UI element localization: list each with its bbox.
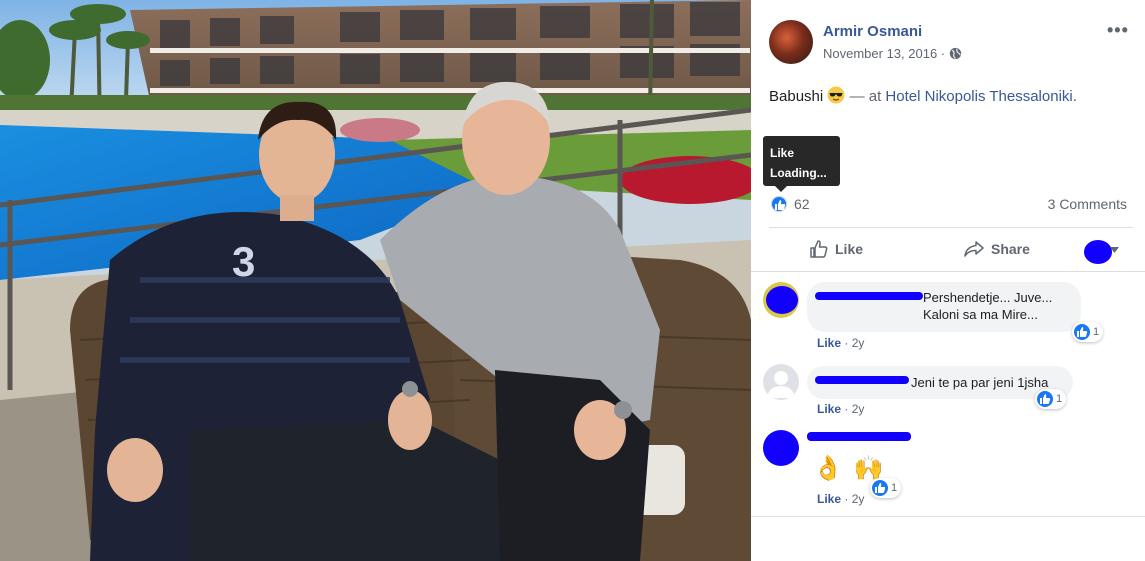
default-user-icon — [767, 371, 795, 398]
post-side-panel: Armir Osmani November 13, 2016 · ••• Bab… — [751, 0, 1145, 561]
comments-count[interactable]: 3 Comments — [1048, 196, 1127, 212]
divider — [769, 227, 1133, 228]
thumbs-up-icon — [810, 240, 828, 258]
commenter-avatar[interactable] — [763, 430, 799, 466]
commenter-avatar[interactable] — [763, 364, 799, 400]
like-button[interactable]: Like — [809, 238, 863, 260]
globe-icon[interactable] — [949, 47, 962, 60]
tooltip-subtitle: Loading... — [770, 166, 827, 180]
author-name[interactable]: Armir Osmani — [823, 23, 922, 40]
comment-meta: Like · 2y — [817, 402, 864, 416]
post-photo[interactable]: 3 — [0, 0, 751, 561]
comment-like-link[interactable]: Like — [817, 492, 841, 506]
like-button-label: Like — [835, 241, 864, 257]
redacted-commenter-name[interactable] — [807, 432, 911, 441]
redacted-commenter-name[interactable] — [815, 376, 909, 384]
comment-age[interactable]: · 2y — [844, 336, 864, 350]
redacted-audience-selector[interactable] — [1084, 240, 1112, 264]
comment-reaction-count: 1 — [1056, 393, 1063, 405]
share-button-label: Share — [991, 241, 1030, 257]
share-arrow-icon — [964, 241, 984, 257]
reaction-count[interactable]: 62 — [794, 196, 810, 212]
photo-scene: 3 — [0, 0, 751, 561]
chevron-down-icon[interactable] — [1110, 247, 1119, 253]
caption-at: — at — [849, 88, 882, 105]
commenter-avatar[interactable] — [763, 282, 799, 318]
divider — [751, 516, 1145, 517]
comment-meta: Like · 2y — [817, 336, 864, 350]
comment-reaction-count: 1 — [1093, 326, 1100, 338]
post-caption: Babushi — at Hotel Nikopolis Thessalonik… — [769, 86, 1077, 105]
location-link[interactable]: Hotel Nikopolis Thessaloniki. — [885, 88, 1076, 105]
divider — [751, 271, 1145, 272]
comment-bubble: Jeni te pa par jeni 1jsha — [807, 366, 1073, 399]
comment-age[interactable]: · 2y — [844, 402, 864, 416]
comment-reactions[interactable]: 1 — [1072, 322, 1104, 342]
svg-text:3: 3 — [232, 238, 255, 285]
comment-like-link[interactable]: Like — [817, 402, 841, 416]
like-reaction-icon — [1074, 324, 1090, 340]
comment-meta: Like · 2y — [817, 492, 864, 506]
caption-text: Babushi — [769, 88, 824, 105]
share-button[interactable]: Share — [963, 238, 1030, 260]
tooltip-title: Like — [770, 146, 795, 160]
comment-reactions[interactable]: 1 — [1035, 389, 1067, 409]
redacted-commenter-name[interactable] — [815, 292, 923, 300]
comment-reactions[interactable]: 1 — [870, 478, 902, 498]
like-reaction-icon — [1037, 391, 1053, 407]
comment-bubble: Pershendetje... Juve... Kaloni sa ma Mir… — [807, 282, 1081, 332]
comment-age[interactable]: · 2y — [844, 492, 864, 506]
comment-like-link[interactable]: Like — [817, 336, 841, 350]
sunglasses-emoji-icon — [827, 86, 845, 104]
more-options-icon[interactable]: ••• — [1107, 21, 1129, 39]
post-timestamp[interactable]: November 13, 2016 · — [823, 46, 945, 61]
comment-reaction-count: 1 — [891, 482, 898, 494]
author-avatar[interactable] — [769, 20, 813, 64]
like-reaction-icon — [872, 480, 888, 496]
like-reaction-icon[interactable] — [769, 194, 789, 214]
like-tooltip: Like Loading... — [763, 136, 840, 192]
